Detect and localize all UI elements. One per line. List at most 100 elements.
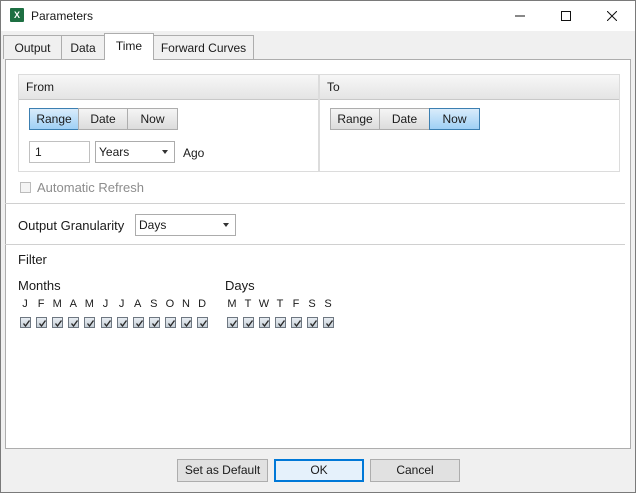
tab-time[interactable]: Time [104,33,154,60]
minimize-icon [515,15,525,17]
month-letter: J [22,298,28,310]
chevron-down-icon [162,150,168,154]
checkmark-icon [293,320,302,328]
checkmark-icon [22,320,31,328]
checkmark-icon [71,320,79,328]
automatic-refresh-checkbox[interactable] [20,182,31,193]
month-checkbox[interactable] [20,317,31,328]
month-checkbox[interactable] [68,317,80,328]
cancel-button[interactable]: Cancel [370,459,460,482]
from-unit-dropdown[interactable]: Years [95,141,175,163]
checkmark-icon [309,320,318,328]
month-checkbox[interactable] [84,317,96,328]
day-letter: S [324,298,332,310]
month-checkbox[interactable] [36,317,48,328]
automatic-refresh-label: Automatic Refresh [37,180,144,195]
separator [5,203,625,204]
month-checkbox[interactable] [164,317,176,328]
month-letter: O [165,298,175,310]
to-now-button[interactable]: Now [429,108,480,130]
day-checkbox[interactable] [291,317,302,328]
output-granularity-value: Days [139,218,167,232]
day-letter: W [258,298,270,310]
minimize-button[interactable] [497,1,543,31]
day-checkbox[interactable] [227,317,238,328]
day-checkbox[interactable] [323,317,334,328]
set-as-default-button[interactable]: Set as Default [177,459,268,482]
checkmark-icon [245,320,254,328]
to-mode-selector: Range Date Now [330,108,480,130]
from-range-button[interactable]: Range [29,108,79,130]
title-bar[interactable]: X Parameters [1,1,635,31]
from-now-button[interactable]: Now [127,108,178,130]
month-letter: A [69,298,77,310]
checkmark-icon [135,320,143,328]
month-letter: A [134,298,142,310]
month-letter: M [52,298,62,310]
month-checkbox[interactable] [181,317,192,328]
to-header: To [320,75,619,100]
tab-strip: Output Data Time Forward Curves [1,33,635,60]
maximize-button[interactable] [543,1,589,31]
checkmark-icon [103,320,111,328]
month-checkbox[interactable] [100,317,112,328]
from-amount-input[interactable]: 1 [29,141,90,163]
checkmark-icon [39,320,47,328]
checkmark-icon [261,320,270,328]
checkmark-icon [55,320,63,328]
checkmark-icon [229,320,238,328]
output-granularity-label: Output Granularity [18,218,125,233]
day-checkbox[interactable] [275,317,286,328]
maximize-icon [561,11,571,21]
month-letter: D [198,298,207,310]
day-checkbox[interactable] [307,317,318,328]
ago-label: Ago [183,146,205,160]
checkmark-icon [183,320,192,328]
tab-output[interactable]: Output [3,35,62,59]
output-granularity-dropdown[interactable]: Days [135,214,236,236]
chevron-down-icon [223,223,229,227]
month-checkbox[interactable] [52,317,64,328]
checkmark-icon [167,320,175,328]
day-letter: M [227,298,237,310]
day-checkbox[interactable] [243,317,254,328]
days-label: Days [225,278,255,293]
day-checkbox[interactable] [259,317,270,328]
day-letter: F [292,298,300,310]
window-title: Parameters [31,9,94,23]
filter-title: Filter [18,252,47,267]
parameters-dialog: X Parameters Output Data Time Forward Cu… [0,0,636,493]
month-letter: J [118,298,125,310]
month-checkbox[interactable] [116,317,128,328]
month-letter: N [182,298,190,310]
excel-icon: X [10,8,24,22]
from-unit-value: Years [99,145,130,159]
from-header: From [19,75,318,100]
to-range-button[interactable]: Range [330,108,380,130]
tab-forward-curves[interactable]: Forward Curves [153,35,254,59]
to-date-button[interactable]: Date [379,108,430,130]
close-button[interactable] [589,1,635,31]
month-letter: S [150,298,158,310]
month-letter: J [102,298,109,310]
month-checkbox[interactable] [132,317,144,328]
checkmark-icon [200,320,208,328]
tab-data[interactable]: Data [61,35,105,59]
from-mode-selector: Range Date Now [29,108,178,130]
month-letter: M [84,298,94,310]
checkmark-icon [87,320,95,328]
ok-button[interactable]: OK [274,459,364,482]
separator [5,244,625,245]
checkmark-icon [277,320,286,328]
from-date-button[interactable]: Date [78,108,128,130]
checkmark-icon [119,320,127,328]
month-letter: F [37,298,45,310]
checkmark-icon [151,320,159,328]
checkmark-icon [325,320,334,328]
month-checkbox[interactable] [148,317,160,328]
day-letter: S [308,298,316,310]
day-letter: T [244,298,252,310]
month-checkbox[interactable] [197,317,209,328]
months-label: Months [18,278,61,293]
close-icon [607,11,617,21]
